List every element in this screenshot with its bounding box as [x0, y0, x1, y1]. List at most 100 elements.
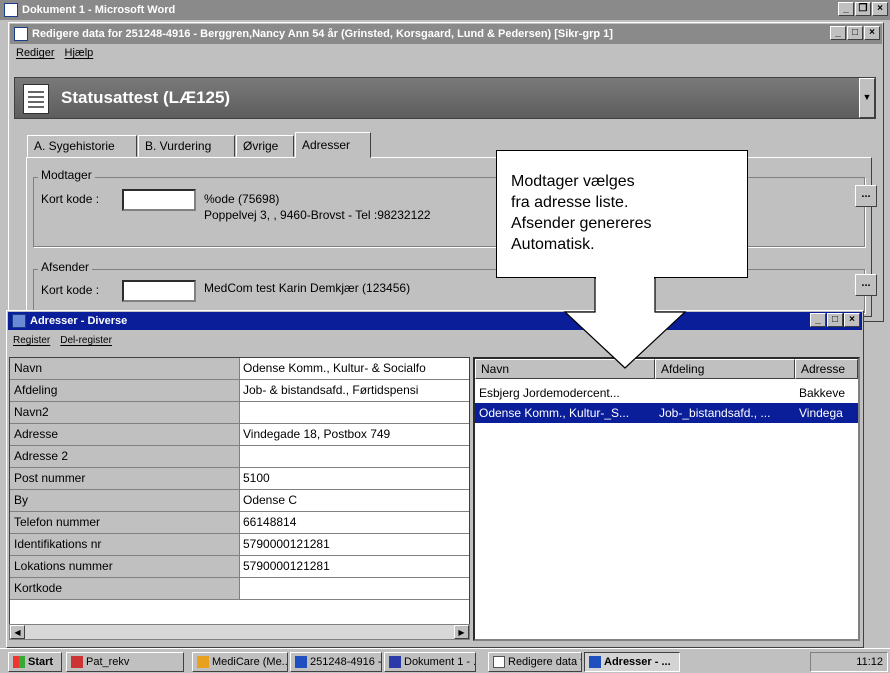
tab-vurdering[interactable]: B. Vurdering	[138, 135, 235, 157]
detail-value-cell[interactable]: Vindegade 18, Postbox 749	[240, 424, 469, 445]
word-titlebar[interactable]: Dokument 1 - Microsoft Word _ ❐ ×	[0, 0, 890, 20]
task-label: 251248-4916 - ...	[310, 656, 382, 668]
detail-row: Post nummer 5100	[10, 468, 469, 490]
menu-hjaelp[interactable]: Hjælp	[65, 47, 94, 59]
adresser-titlebar[interactable]: Adresser - Diverse _ □ ×	[8, 312, 862, 330]
task-label: MediCare (Me...	[212, 656, 288, 668]
modtager-browse-button[interactable]: ...	[855, 185, 877, 207]
detail-value-cell[interactable]: Odense Komm., Kultur- & Socialfo	[240, 358, 469, 379]
detail-value-cell[interactable]: Odense C	[240, 490, 469, 511]
modtager-kortkode-input[interactable]	[122, 189, 196, 211]
close-icon[interactable]: ×	[844, 313, 860, 327]
modtager-line1: %ode (75698)	[204, 192, 280, 206]
adresser-app-icon	[12, 314, 26, 328]
tab-adresser[interactable]: Adresser	[295, 132, 371, 158]
detail-value-cell[interactable]: 5790000121281	[240, 556, 469, 577]
form-title: Statusattest (LÆ125)	[61, 88, 231, 107]
detail-value-cell[interactable]	[240, 578, 469, 599]
list-cell-afdeling: Job-_bistandsafd., ...	[659, 406, 771, 420]
maximize-icon[interactable]: □	[827, 313, 843, 327]
detail-label: Afdeling	[10, 380, 240, 401]
task-medicare[interactable]: MediCare (Me...	[192, 652, 288, 672]
callout-line-3: Afsender genereres	[511, 215, 652, 232]
minimize-icon[interactable]: _	[838, 2, 854, 16]
form-header: Statusattest (LÆ125) ▼	[14, 77, 876, 119]
afsender-kortkode-label: Kort kode :	[41, 283, 100, 297]
task-redigere[interactable]: Redigere data f...	[488, 652, 582, 672]
list-item[interactable]: Odense Komm., Kultur-_S... Job-_bistandsa…	[475, 403, 858, 423]
restore-icon[interactable]: ❐	[855, 2, 871, 16]
adresser-window: Adresser - Diverse _ □ × Register Del-re…	[6, 310, 864, 648]
callout-line-1: Modtager vælges	[511, 173, 635, 190]
afsender-label: Afsender	[38, 260, 93, 274]
chevron-down-icon[interactable]: ▼	[859, 78, 875, 118]
adresser-menubar: Register Del-register	[13, 335, 112, 346]
close-icon[interactable]: ×	[872, 2, 888, 16]
task-adresser[interactable]: Adresser - ...	[584, 652, 680, 672]
detail-value-cell[interactable]	[240, 446, 469, 467]
minimize-icon[interactable]: _	[830, 26, 846, 40]
modtager-kortkode-label: Kort kode :	[41, 192, 100, 206]
close-icon[interactable]: ×	[864, 26, 880, 40]
detail-label: Navn	[10, 358, 240, 379]
annotation-callout: Modtager vælges fra adresse liste. Afsen…	[496, 150, 748, 278]
afsender-browse-button[interactable]: ...	[855, 274, 877, 296]
callout-line-2: fra adresse liste.	[511, 194, 629, 211]
callout-arrow	[563, 276, 687, 369]
detail-row: Kortkode	[10, 578, 469, 600]
task-dokument[interactable]: Dokument 1 - ...	[384, 652, 476, 672]
detail-value-cell[interactable]: 5790000121281	[240, 534, 469, 555]
detail-value-cell[interactable]: 5100	[240, 468, 469, 489]
horizontal-scrollbar[interactable]: ◀ ▶	[9, 624, 470, 640]
task-patient[interactable]: 251248-4916 - ...	[290, 652, 382, 672]
tray-clock[interactable]: 11:12	[856, 656, 883, 668]
modtager-line2: Poppelvej 3, , 9460-Brovst - Tel :982321…	[204, 208, 431, 222]
address-detail-grid: Navn Odense Komm., Kultur- & Socialfo Afde…	[9, 357, 470, 625]
detail-row: Adresse Vindegade 18, Postbox 749	[10, 424, 469, 446]
list-cell-navn: Esbjerg Jordemodercent...	[479, 386, 620, 400]
detail-row: By Odense C	[10, 490, 469, 512]
windows-logo-icon	[13, 656, 25, 668]
list-item[interactable]: Esbjerg Jordemodercent... Bakkeve	[475, 383, 858, 403]
detail-row: Identifikations nr 5790000121281	[10, 534, 469, 556]
list-cell-adresse: Bakkeve	[799, 386, 846, 400]
tab-sygehistorie[interactable]: A. Sygehistorie	[27, 135, 137, 157]
task-label: Adresser - ...	[604, 656, 671, 668]
menu-rediger[interactable]: Rediger	[16, 47, 55, 59]
task-label: Redigere data f...	[508, 656, 581, 668]
word-app-icon	[4, 3, 18, 17]
start-button[interactable]: Start	[8, 652, 62, 672]
edit-app-icon	[14, 27, 28, 41]
afsender-kortkode-input[interactable]	[122, 280, 196, 302]
column-header-adresse[interactable]: Adresse	[795, 359, 858, 379]
detail-label: Lokations nummer	[10, 556, 240, 577]
detail-value-cell[interactable]	[240, 402, 469, 423]
menu-del-register[interactable]: Del-register	[60, 335, 112, 346]
system-tray: 11:12	[810, 652, 888, 672]
detail-label: Identifikations nr	[10, 534, 240, 555]
menu-register[interactable]: Register	[13, 335, 50, 346]
callout-line-4: Automatisk.	[511, 236, 595, 253]
app-icon	[197, 656, 209, 668]
detail-label: Navn2	[10, 402, 240, 423]
document-icon	[23, 84, 49, 114]
word-icon	[389, 656, 401, 668]
word-title: Dokument 1 - Microsoft Word	[22, 4, 176, 16]
detail-row: Navn2	[10, 402, 469, 424]
scroll-right-icon[interactable]: ▶	[454, 625, 469, 639]
detail-label: Kortkode	[10, 578, 240, 599]
detail-label: Telefon nummer	[10, 512, 240, 533]
edit-window-titlebar[interactable]: Redigere data for 251248-4916 - Berggren…	[10, 24, 882, 44]
detail-row: Telefon nummer 66148814	[10, 512, 469, 534]
scroll-left-icon[interactable]: ◀	[10, 625, 25, 639]
maximize-icon[interactable]: □	[847, 26, 863, 40]
detail-row: Lokations nummer 5790000121281	[10, 556, 469, 578]
tab-oevrige[interactable]: Øvrige	[236, 135, 294, 157]
detail-value-cell[interactable]: Job- & bistandsafd., Førtidspensi	[240, 380, 469, 401]
app-icon	[589, 656, 601, 668]
task-pat-rekv[interactable]: Pat_rekv	[66, 652, 184, 672]
task-label: Pat_rekv	[86, 656, 130, 668]
detail-value-cell[interactable]: 66148814	[240, 512, 469, 533]
minimize-icon[interactable]: _	[810, 313, 826, 327]
detail-row: Navn Odense Komm., Kultur- & Socialfo	[10, 358, 469, 380]
